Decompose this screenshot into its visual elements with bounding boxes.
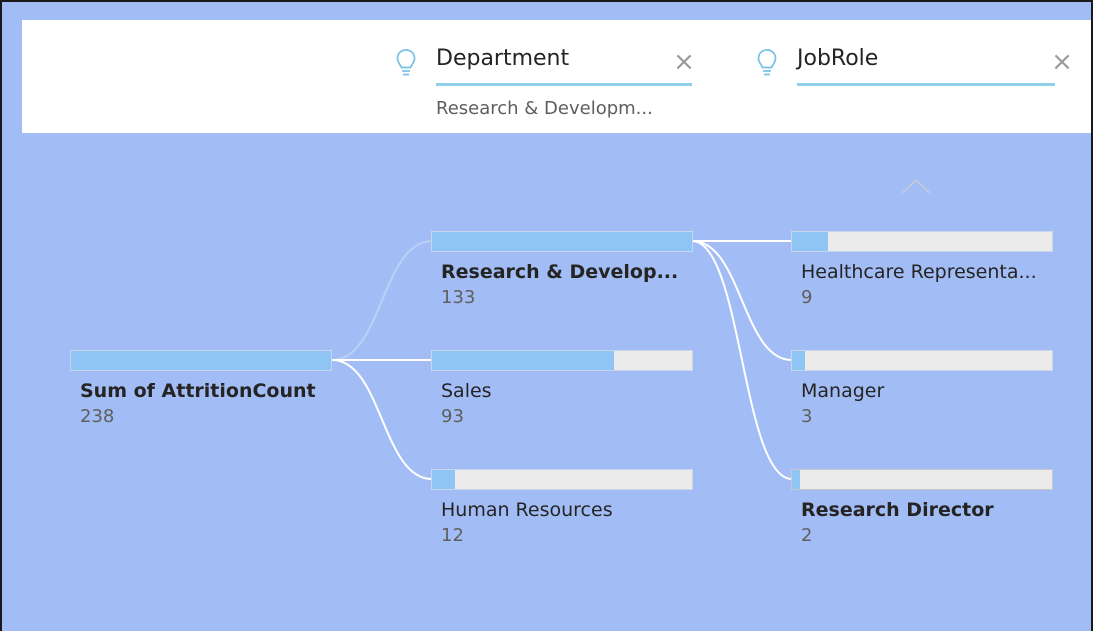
node-bar-fill — [792, 232, 829, 251]
node-value: 133 — [441, 287, 476, 308]
node-label: Sum of AttritionCount — [80, 380, 316, 402]
node-bar-fill — [71, 351, 331, 370]
node-bar-fill — [792, 351, 805, 370]
node-bar[interactable] — [431, 350, 693, 371]
link-root-hr — [331, 359, 433, 480]
node-bar[interactable] — [431, 469, 693, 490]
node-value: 93 — [441, 406, 464, 427]
node-bar[interactable] — [791, 231, 1053, 252]
link-rd-manager — [691, 240, 793, 361]
node-value: 238 — [80, 406, 115, 427]
node-bar[interactable] — [791, 350, 1053, 371]
node-bar-fill — [432, 351, 614, 370]
link-root-rd — [331, 240, 433, 361]
node-bar[interactable] — [70, 350, 332, 371]
node-label: Human Resources — [441, 499, 613, 521]
node-label: Healthcare Representa... — [801, 261, 1037, 283]
node-value: 12 — [441, 525, 464, 546]
node-label: Manager — [801, 380, 885, 402]
node-label: Sales — [441, 380, 492, 402]
node-bar[interactable] — [431, 231, 693, 252]
node-value: 2 — [801, 525, 813, 546]
node-value: 3 — [801, 406, 813, 427]
node-value: 9 — [801, 287, 813, 308]
node-bar[interactable] — [791, 469, 1053, 490]
decomposition-tree-visual: Department × Research & Developm... JobR… — [0, 0, 1093, 631]
node-bar-fill — [792, 470, 800, 489]
node-label: Research & Develop... — [441, 261, 679, 283]
node-bar-fill — [432, 470, 456, 489]
tree-connectors — [331, 240, 793, 480]
node-bar-fill — [432, 232, 692, 251]
node-label: Research Director — [801, 499, 994, 521]
